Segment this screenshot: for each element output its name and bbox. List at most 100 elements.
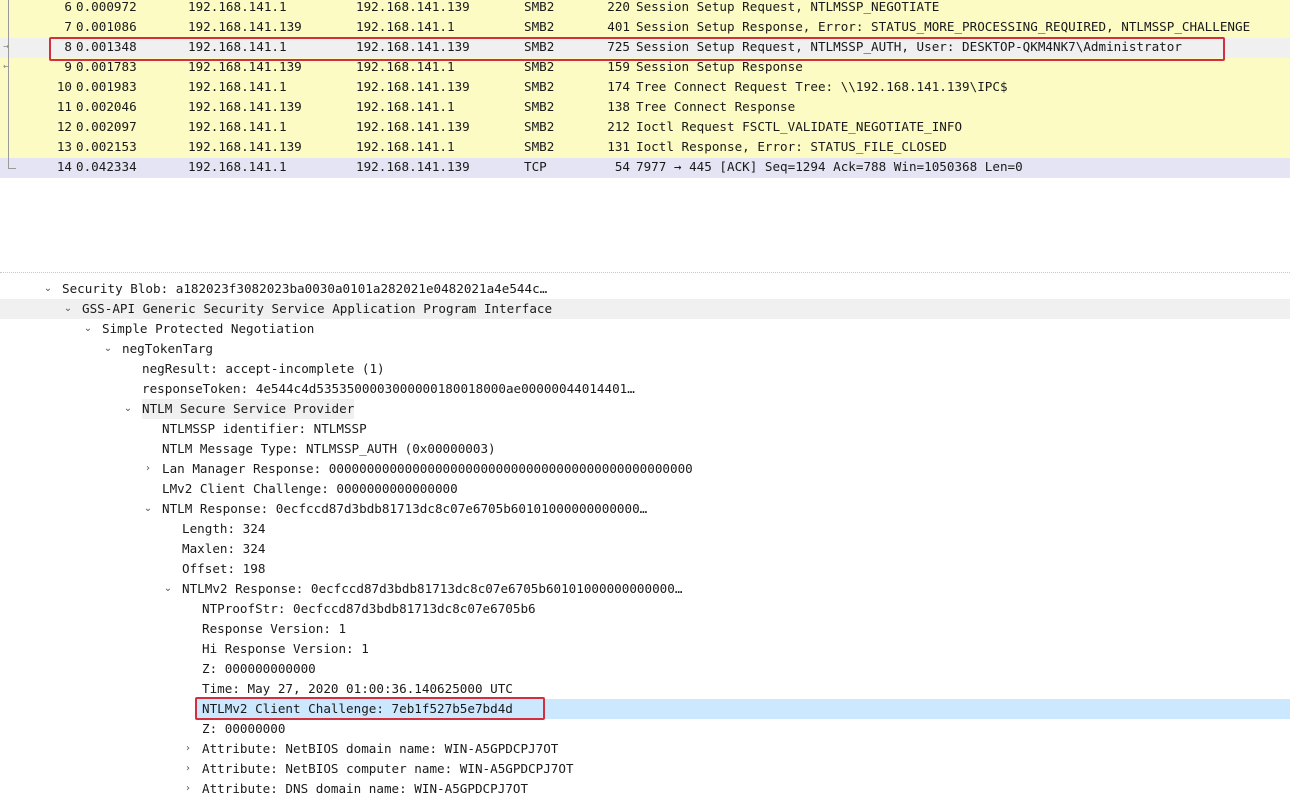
packet-protocol: TCP bbox=[524, 159, 547, 174]
packet-row[interactable]: ← 9 0.001783 192.168.141.139 192.168.141… bbox=[0, 58, 1290, 78]
tree-item-security-blob[interactable]: ⌄ Security Blob: a182023f3082023ba0030a0… bbox=[0, 279, 1290, 299]
tree-item-label: Time: May 27, 2020 01:00:36.140625000 UT… bbox=[202, 681, 513, 696]
tree-item-ntlmv2-response[interactable]: ⌄ NTLMv2 Response: 0ecfccd87d3bdb81713dc… bbox=[0, 579, 1290, 599]
tree-item-negresult[interactable]: negResult: accept-incomplete (1) bbox=[0, 359, 1290, 379]
response-arrow-icon: ← bbox=[3, 61, 10, 72]
chevron-down-icon[interactable]: ⌄ bbox=[122, 399, 134, 419]
packet-number: 8 bbox=[64, 39, 72, 54]
chevron-down-icon[interactable]: ⌄ bbox=[42, 279, 54, 299]
tree-item-label: Simple Protected Negotiation bbox=[102, 321, 315, 336]
packet-protocol: SMB2 bbox=[524, 39, 555, 54]
packet-row[interactable]: 13 0.002153 192.168.141.139 192.168.141.… bbox=[0, 138, 1290, 158]
packet-length: 212 bbox=[607, 119, 630, 134]
packet-time: 0.002097 bbox=[76, 119, 137, 134]
tree-item-negtokentarg[interactable]: ⌄ negTokenTarg bbox=[0, 339, 1290, 359]
packet-time: 0.001983 bbox=[76, 79, 137, 94]
tree-item-label: NTLM Message Type: NTLMSSP_AUTH (0x00000… bbox=[162, 441, 496, 456]
packet-length: 138 bbox=[607, 99, 630, 114]
packet-destination: 192.168.141.139 bbox=[356, 159, 470, 174]
packet-source: 192.168.141.139 bbox=[188, 19, 302, 34]
tree-item-label: NTLMSSP identifier: NTLMSSP bbox=[162, 421, 367, 436]
chevron-right-icon[interactable]: › bbox=[182, 739, 194, 759]
packet-number: 6 bbox=[64, 0, 72, 14]
tree-item-hi-response-version[interactable]: Hi Response Version: 1 bbox=[0, 639, 1290, 659]
chevron-down-icon[interactable]: ⌄ bbox=[62, 299, 74, 319]
chevron-down-icon[interactable]: ⌄ bbox=[142, 499, 154, 519]
tree-item-label: Attribute: NetBIOS computer name: WIN-A5… bbox=[202, 761, 574, 776]
packet-time: 0.000972 bbox=[76, 0, 137, 14]
packet-time: 0.002153 bbox=[76, 139, 137, 154]
chevron-right-icon[interactable]: › bbox=[182, 759, 194, 779]
chevron-down-icon[interactable]: ⌄ bbox=[102, 339, 114, 359]
tree-item-label: negResult: accept-incomplete (1) bbox=[142, 361, 385, 376]
packet-length: 54 bbox=[614, 159, 630, 174]
tree-item-length[interactable]: Length: 324 bbox=[0, 519, 1290, 539]
tree-item-ntlmssp-identifier[interactable]: NTLMSSP identifier: NTLMSSP bbox=[0, 419, 1290, 439]
packet-row-selected[interactable]: → 8 0.001348 192.168.141.1 192.168.141.1… bbox=[0, 38, 1290, 58]
tree-item-label: Attribute: DNS domain name: WIN-A5GPDCPJ… bbox=[202, 781, 529, 796]
tree-item-label: LMv2 Client Challenge: 0000000000000000 bbox=[162, 481, 458, 496]
packet-source: 192.168.141.1 bbox=[188, 0, 287, 14]
chevron-right-icon[interactable]: › bbox=[142, 459, 154, 479]
packet-row[interactable]: 11 0.002046 192.168.141.139 192.168.141.… bbox=[0, 98, 1290, 118]
tree-item-netbios-computer[interactable]: › Attribute: NetBIOS computer name: WIN-… bbox=[0, 759, 1290, 779]
tree-item-offset[interactable]: Offset: 198 bbox=[0, 559, 1290, 579]
tree-item-dns-domain[interactable]: › Attribute: DNS domain name: WIN-A5GPDC… bbox=[0, 779, 1290, 799]
packet-details-pane[interactable]: ⌄ Security Blob: a182023f3082023ba0030a0… bbox=[0, 279, 1290, 803]
tree-item-ntproofstr[interactable]: NTProofStr: 0ecfccd87d3bdb81713dc8c07e67… bbox=[0, 599, 1290, 619]
chevron-right-icon[interactable]: › bbox=[182, 779, 194, 799]
pane-splitter[interactable] bbox=[0, 268, 1290, 278]
packet-row[interactable]: 14 0.042334 192.168.141.1 192.168.141.13… bbox=[0, 158, 1290, 178]
tree-item-label: Lan Manager Response: 000000000000000000… bbox=[162, 461, 693, 476]
tree-item-time[interactable]: Time: May 27, 2020 01:00:36.140625000 UT… bbox=[0, 679, 1290, 699]
tree-item-label: Response Version: 1 bbox=[202, 621, 347, 636]
packet-info: 7977 → 445 [ACK] Seq=1294 Ack=788 Win=10… bbox=[636, 159, 1023, 174]
tree-item-label: Z: 00000000 bbox=[202, 721, 286, 736]
packet-destination: 192.168.141.139 bbox=[356, 79, 470, 94]
packet-row[interactable]: 12 0.002097 192.168.141.1 192.168.141.13… bbox=[0, 118, 1290, 138]
packet-number: 14 bbox=[56, 159, 72, 174]
packet-list-pane[interactable]: 6 0.000972 192.168.141.1 192.168.141.139… bbox=[0, 0, 1290, 268]
packet-destination: 192.168.141.1 bbox=[356, 99, 455, 114]
packet-info: Ioctl Response, Error: STATUS_FILE_CLOSE… bbox=[636, 139, 947, 154]
tree-item-gss-api[interactable]: ⌄ GSS-API Generic Security Service Appli… bbox=[0, 299, 1290, 319]
tree-item-lmv2-challenge[interactable]: LMv2 Client Challenge: 0000000000000000 bbox=[0, 479, 1290, 499]
packet-protocol: SMB2 bbox=[524, 99, 555, 114]
chevron-down-icon[interactable]: ⌄ bbox=[82, 319, 94, 339]
packet-time: 0.001348 bbox=[76, 39, 137, 54]
packet-source: 192.168.141.1 bbox=[188, 119, 287, 134]
tree-item-netbios-domain[interactable]: › Attribute: NetBIOS domain name: WIN-A5… bbox=[0, 739, 1290, 759]
tree-item-maxlen[interactable]: Maxlen: 324 bbox=[0, 539, 1290, 559]
tree-item-lan-manager-response[interactable]: › Lan Manager Response: 0000000000000000… bbox=[0, 459, 1290, 479]
packet-protocol: SMB2 bbox=[524, 0, 555, 14]
tree-item-label: Offset: 198 bbox=[182, 561, 266, 576]
packet-row[interactable]: 7 0.001086 192.168.141.139 192.168.141.1… bbox=[0, 18, 1290, 38]
packet-source: 192.168.141.1 bbox=[188, 79, 287, 94]
tree-item-label: Length: 324 bbox=[182, 521, 266, 536]
packet-source: 192.168.141.1 bbox=[188, 39, 287, 54]
tree-item-label: NTLMv2 Response: 0ecfccd87d3bdb81713dc8c… bbox=[182, 581, 683, 596]
tree-item-spnego[interactable]: ⌄ Simple Protected Negotiation bbox=[0, 319, 1290, 339]
tree-item-label: Security Blob: a182023f3082023ba0030a010… bbox=[62, 281, 548, 296]
packet-source: 192.168.141.139 bbox=[188, 99, 302, 114]
packet-number: 11 bbox=[56, 99, 72, 114]
packet-info: Session Setup Response, Error: STATUS_MO… bbox=[636, 19, 1251, 34]
tree-item-ntlm-response[interactable]: ⌄ NTLM Response: 0ecfccd87d3bdb81713dc8c… bbox=[0, 499, 1290, 519]
tree-item-responsetoken[interactable]: responseToken: 4e544c4d53535000030000001… bbox=[0, 379, 1290, 399]
packet-destination: 192.168.141.1 bbox=[356, 139, 455, 154]
packet-protocol: SMB2 bbox=[524, 59, 555, 74]
packet-info: Session Setup Request, NTLMSSP_NEGOTIATE bbox=[636, 0, 940, 14]
packet-length: 401 bbox=[607, 19, 630, 34]
packet-row[interactable]: 10 0.001983 192.168.141.1 192.168.141.13… bbox=[0, 78, 1290, 98]
packet-info: Session Setup Request, NTLMSSP_AUTH, Use… bbox=[636, 39, 1182, 54]
tree-item-label: Z: 000000000000 bbox=[202, 661, 316, 676]
tree-item-z[interactable]: Z: 000000000000 bbox=[0, 659, 1290, 679]
tree-item-response-version[interactable]: Response Version: 1 bbox=[0, 619, 1290, 639]
packet-row[interactable]: 6 0.000972 192.168.141.1 192.168.141.139… bbox=[0, 0, 1290, 18]
tree-item-label: NTLM Response: 0ecfccd87d3bdb81713dc8c07… bbox=[162, 501, 648, 516]
chevron-down-icon[interactable]: ⌄ bbox=[162, 579, 174, 599]
tree-item-z[interactable]: Z: 00000000 bbox=[0, 719, 1290, 739]
tree-item-message-type[interactable]: NTLM Message Type: NTLMSSP_AUTH (0x00000… bbox=[0, 439, 1290, 459]
tree-item-ntlmssp[interactable]: ⌄ NTLM Secure Service Provider bbox=[0, 399, 1290, 419]
tree-item-ntlmv2-client-challenge[interactable]: NTLMv2 Client Challenge: 7eb1f527b5e7bd4… bbox=[196, 699, 1290, 719]
